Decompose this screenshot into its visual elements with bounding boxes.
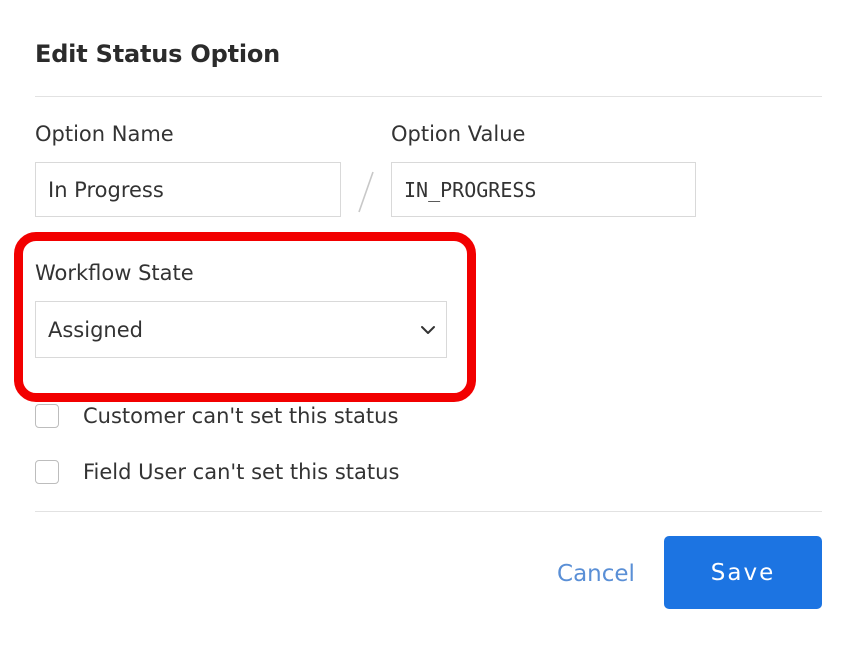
slash-separator-icon bbox=[358, 171, 374, 213]
customer-cant-set-label[interactable]: Customer can't set this status bbox=[83, 404, 398, 428]
field-user-cant-set-label[interactable]: Field User can't set this status bbox=[83, 460, 399, 484]
workflow-state-select[interactable]: Assigned bbox=[35, 301, 447, 358]
field-user-cant-set-row[interactable]: Field User can't set this status bbox=[35, 460, 399, 484]
workflow-state-selected-value: Assigned bbox=[48, 317, 143, 342]
field-user-cant-set-checkbox[interactable] bbox=[35, 460, 59, 484]
dialog-title: Edit Status Option bbox=[35, 40, 281, 68]
option-name-input[interactable]: In Progress bbox=[35, 162, 341, 217]
chevron-down-icon bbox=[421, 325, 435, 334]
cancel-button[interactable]: Cancel bbox=[548, 548, 644, 600]
customer-cant-set-checkbox[interactable] bbox=[35, 404, 59, 428]
option-name-label: Option Name bbox=[35, 122, 174, 146]
header-divider bbox=[35, 96, 822, 97]
customer-cant-set-row[interactable]: Customer can't set this status bbox=[35, 404, 398, 428]
option-value-label: Option Value bbox=[391, 122, 526, 146]
footer-divider bbox=[35, 511, 822, 512]
edit-status-option-dialog: Edit Status Option Option Name In Progre… bbox=[0, 0, 855, 656]
save-button[interactable]: Save bbox=[664, 536, 822, 609]
option-value-input[interactable]: IN_PROGRESS bbox=[391, 162, 696, 217]
workflow-state-label: Workflow State bbox=[35, 261, 194, 285]
